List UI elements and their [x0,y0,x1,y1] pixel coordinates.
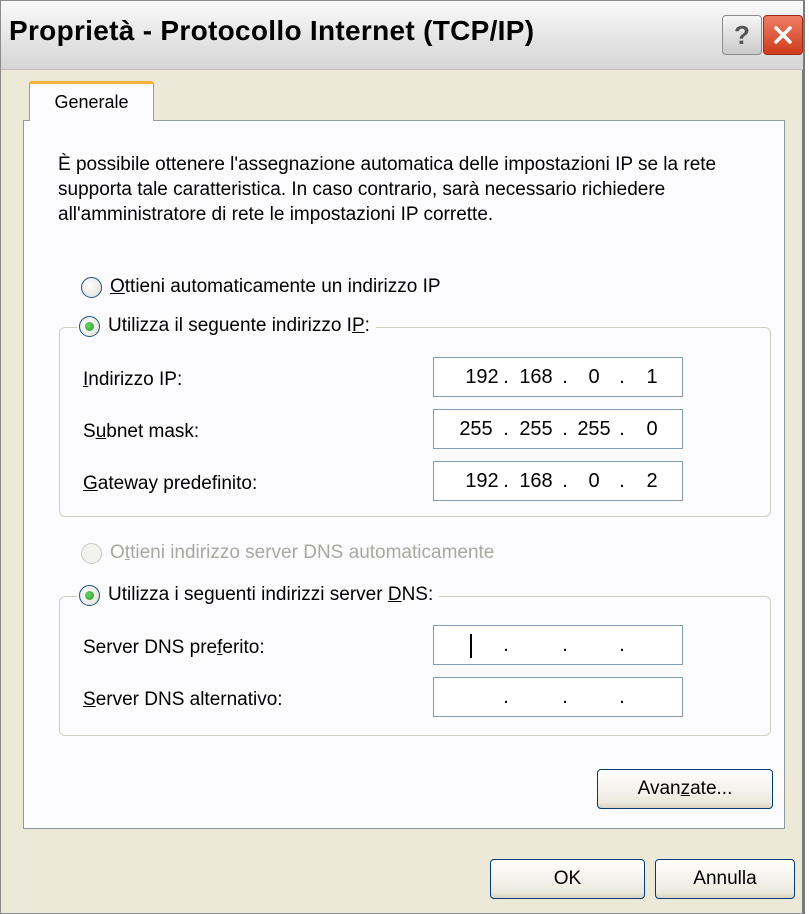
ip-manual-radio[interactable] [79,315,100,337]
ok-button[interactable]: OK [490,859,645,899]
alternate-dns-field[interactable]: . . . [433,677,683,717]
dns-manual-radio[interactable] [79,584,100,606]
text-caret [470,634,472,658]
ip-manual-option[interactable]: Utilizza il seguente indirizzo IP: [77,315,376,337]
dialog-window: Proprietà - Protocollo Internet (TCP/IP)… [0,0,805,914]
gateway-field[interactable]: 192 . 168 . 0 . 2 [433,461,683,501]
subnet-mask-label: Subnet mask: [83,421,200,442]
ip-auto-label: Ottieni automaticamente un indirizzo IP [110,276,441,297]
ip-manual-label: Utilizza il seguente indirizzo IP: [108,315,370,336]
description-text: È possibile ottenere l'assegnazione auto… [58,154,717,225]
dns-manual-label: Utilizza i seguenti indirizzi server DNS… [108,584,434,605]
advanced-button-label: Avanzate... [637,778,733,799]
help-icon: ? [734,19,750,50]
dns-auto-radio [81,542,102,564]
ip-auto-option[interactable]: Ottieni automaticamente un indirizzo IP [81,276,441,298]
ip-auto-radio[interactable] [81,276,102,298]
alternate-dns-label: Server DNS alternativo: [83,689,283,710]
tab-generale[interactable]: Generale [29,81,154,121]
ip-address-field[interactable]: 192 . 168 . 0 . 1 [433,357,683,397]
dns-manual-option[interactable]: Utilizza i seguenti indirizzi server DNS… [77,584,440,606]
cancel-button[interactable]: Annulla [655,859,795,899]
dns-auto-option: Ottieni indirizzo server DNS automaticam… [81,542,494,564]
window-title: Proprietà - Protocollo Internet (TCP/IP) [9,15,535,46]
ip-address-label: Indirizzo IP: [83,369,183,390]
gateway-label: Gateway predefinito: [83,473,258,494]
dns-auto-label: Ottieni indirizzo server DNS automaticam… [110,542,495,563]
preferred-dns-field[interactable]: . . . [433,625,683,665]
advanced-button[interactable]: Avanzate... [597,769,773,809]
title-bar[interactable]: Proprietà - Protocollo Internet (TCP/IP)… [1,1,803,70]
subnet-mask-field[interactable]: 255 . 255 . 255 . 0 [433,409,683,449]
close-icon [774,26,792,44]
help-button[interactable]: ? [722,15,762,55]
close-button[interactable] [763,15,803,55]
preferred-dns-label: Server DNS preferito: [83,637,265,658]
